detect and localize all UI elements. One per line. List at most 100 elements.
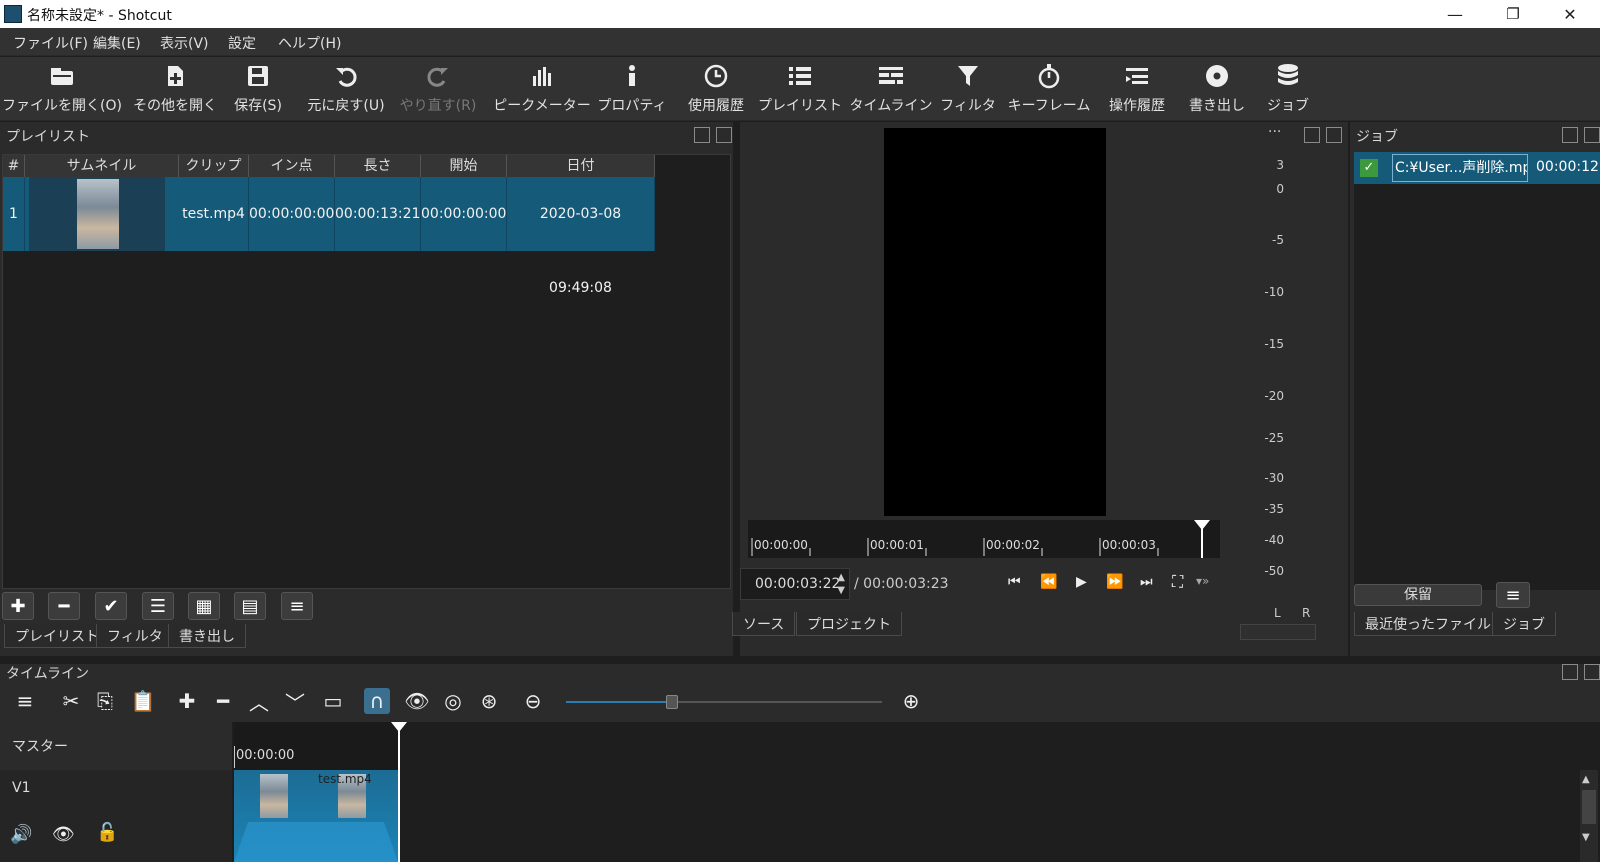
close-panel-icon[interactable] (1326, 127, 1342, 143)
lift-icon[interactable]: ︿ (246, 688, 272, 715)
col-num[interactable]: # (3, 155, 25, 177)
eye-icon[interactable]: 👁 (52, 824, 75, 845)
timecode-field[interactable]: 00:00:03:22 ▲ ▼ (740, 568, 850, 600)
cut-icon[interactable]: ✂ (58, 688, 84, 714)
scroll-up-icon[interactable]: ▲ (1582, 774, 1590, 785)
zoom-fit-icon[interactable]: ⛶ (1172, 572, 1183, 592)
timeline-ruler[interactable]: 00:00:00 (234, 722, 398, 770)
close-panel-icon[interactable] (716, 127, 732, 143)
ripple-delete-icon[interactable]: ━ (210, 688, 236, 714)
video-preview[interactable] (884, 128, 1106, 516)
ripple-icon[interactable]: ◎ (440, 688, 466, 714)
snap-icon[interactable]: ∩ (364, 688, 390, 714)
icons-view-button[interactable]: ▤ (234, 592, 266, 620)
balance-slider[interactable] (1240, 624, 1316, 640)
scroll-thumb[interactable] (1582, 790, 1596, 824)
zoom-slider-handle[interactable] (666, 695, 678, 709)
undock-icon[interactable] (1562, 664, 1578, 680)
filter-button[interactable]: フィルタ (940, 57, 996, 121)
col-thumbnail[interactable]: サムネイル (25, 155, 179, 177)
clip[interactable]: test.mp4 (234, 770, 398, 862)
ripple-all-icon[interactable]: ⊛ (476, 688, 502, 714)
play-icon[interactable]: ▶ (1076, 574, 1087, 590)
close-panel-icon[interactable] (1584, 127, 1600, 143)
append-icon[interactable]: ✚ (174, 688, 200, 714)
update-button[interactable]: ✔ (95, 592, 127, 620)
copy-icon[interactable]: ⎘ (92, 688, 118, 714)
undock-icon[interactable] (694, 127, 710, 143)
col-clip[interactable]: クリップ (179, 155, 249, 177)
open-file-button[interactable]: ファイルを開く(O) (2, 57, 122, 121)
playlist-table[interactable]: # サムネイル クリップ イン点 長さ 開始 日付 1 test.mp4 00:… (2, 154, 731, 589)
menu-help[interactable]: ヘルプ(H) (278, 33, 341, 53)
jobs-menu-button[interactable]: ≡ (1496, 582, 1530, 608)
menu-file[interactable]: ファイル(F) (13, 33, 88, 53)
scrub-icon[interactable]: 👁 (404, 688, 430, 714)
timeline-playhead-icon[interactable] (391, 722, 407, 732)
pause-button[interactable]: 保留 (1354, 584, 1482, 606)
tab-jobs[interactable]: ジョブ (1492, 612, 1556, 636)
menu-settings[interactable]: 設定 (228, 33, 256, 53)
scrubber-ruler[interactable]: 00:00:00 00:00:01 00:00:02 00:00:03 (748, 520, 1220, 558)
col-duration[interactable]: 長さ (335, 155, 421, 177)
redo-icon (426, 57, 450, 95)
undock-icon[interactable] (1562, 127, 1578, 143)
tab-export[interactable]: 書き出し (168, 624, 246, 648)
export-button[interactable]: 書き出し (1184, 57, 1250, 121)
spin-arrows-icon[interactable]: ▲ ▼ (837, 571, 845, 597)
undo-button[interactable]: 元に戻す(U) (306, 57, 386, 121)
zoom-in-icon[interactable]: ⊕ (898, 688, 924, 714)
tab-source[interactable]: ソース (732, 612, 796, 636)
playlist-button[interactable]: プレイリスト (758, 57, 842, 121)
recent-button[interactable]: 使用履歴 (680, 57, 752, 121)
scroll-down-icon[interactable]: ▼ (1582, 832, 1590, 843)
playhead-line[interactable] (398, 722, 400, 862)
keyframes-button[interactable]: キーフレーム (1006, 57, 1092, 121)
zoom-out-icon[interactable]: ⊖ (520, 688, 546, 714)
menu-view[interactable]: 表示(V) (160, 33, 209, 53)
peak-meter-button[interactable]: ピークメーター (493, 57, 591, 121)
tab-recent[interactable]: 最近使ったファイル (1354, 612, 1502, 636)
overwrite-icon[interactable]: ﹀ (282, 688, 308, 715)
close-button[interactable]: ✕ (1547, 0, 1593, 28)
history-button[interactable]: 操作履歴 (1100, 57, 1174, 121)
jobs-button[interactable]: ジョブ (1260, 57, 1316, 121)
tiles-view-button[interactable]: ▦ (188, 592, 220, 620)
list-item[interactable]: ✓ C:¥User...声削除.mp4 00:00:12 (1354, 152, 1600, 184)
col-in[interactable]: イン点 (249, 155, 335, 177)
playlist-menu-button[interactable]: ≡ (281, 592, 313, 620)
menu-edit[interactable]: 編集(E) (93, 33, 141, 53)
timeline-menu-icon[interactable]: ≡ (12, 688, 38, 714)
close-panel-icon[interactable] (1584, 664, 1600, 680)
tab-playlist[interactable]: プレイリスト (4, 624, 110, 648)
open-other-button[interactable]: その他を開く (130, 57, 220, 121)
properties-button[interactable]: プロパティ (597, 57, 667, 121)
thumbnail-image (77, 179, 119, 249)
skip-previous-icon[interactable]: ⏮ (1008, 574, 1021, 590)
maximize-button[interactable]: ❐ (1490, 0, 1536, 28)
fast-forward-icon[interactable]: ⏩ (1106, 574, 1123, 590)
timeline-button[interactable]: タイムライン (846, 57, 936, 121)
col-date[interactable]: 日付 (507, 155, 655, 177)
redo-button[interactable]: やり直す(R) (398, 57, 478, 121)
undock-icon[interactable] (1304, 127, 1320, 143)
details-view-button[interactable]: ☰ (142, 592, 174, 620)
save-button[interactable]: 保存(S) (228, 57, 288, 121)
col-start[interactable]: 開始 (421, 155, 507, 177)
add-button[interactable]: ✚ (2, 592, 34, 620)
rewind-icon[interactable]: ⏪ (1040, 574, 1057, 590)
lock-icon[interactable]: 🔓 (96, 822, 118, 843)
paste-icon[interactable]: 📋 (130, 688, 156, 714)
tab-filter[interactable]: フィルタ (96, 624, 174, 648)
remove-button[interactable]: ━ (48, 592, 80, 620)
minimize-button[interactable]: — (1432, 0, 1478, 28)
speaker-icon[interactable]: 🔊 (10, 824, 32, 845)
table-row[interactable]: 1 test.mp4 00:00:00:00 00:00:13:21 00:00… (3, 177, 655, 296)
vertical-scrollbar[interactable]: ▲ ▼ (1580, 770, 1598, 862)
zoom-slider[interactable] (566, 695, 882, 709)
more-icon[interactable]: ··· (1268, 124, 1281, 140)
more-options-icon[interactable]: ▾» (1196, 574, 1209, 588)
skip-next-icon[interactable]: ⏭ (1140, 574, 1153, 590)
split-icon[interactable]: ▭ (320, 688, 346, 714)
tab-project[interactable]: プロジェクト (796, 612, 902, 636)
